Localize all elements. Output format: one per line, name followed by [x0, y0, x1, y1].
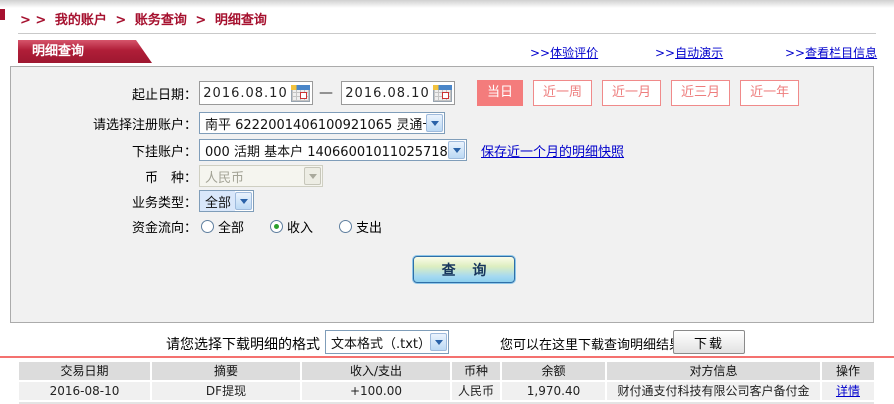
- range-button-last-week[interactable]: 近一周: [533, 80, 592, 106]
- table-header-row: 交易日期 摘要 收入/支出 币种 余额 对方信息 操作: [19, 362, 874, 380]
- header-currency: 币种: [452, 362, 500, 380]
- chevron-down-icon[interactable]: [235, 192, 252, 210]
- date-to-input[interactable]: 2016.08.10: [341, 81, 455, 105]
- calendar-icon[interactable]: [433, 85, 452, 102]
- breadcrumb-item-account-query[interactable]: 账务查询: [135, 13, 187, 28]
- date-range-label: 起止日期：: [11, 84, 197, 103]
- biz-type-label: 业务类型：: [11, 192, 197, 211]
- link-label: 体验评价: [550, 46, 598, 60]
- sub-account-label: 下挂账户：: [11, 141, 197, 160]
- link-view-column-info[interactable]: >>查看栏目信息: [785, 44, 877, 61]
- download-format-label: 请您选择下载明细的格式: [110, 334, 320, 354]
- registered-account-row: 请选择注册账户： 南平 6222001406100921065 灵通卡: [11, 112, 445, 134]
- radio-all-label: 全部: [218, 217, 244, 236]
- biz-type-select[interactable]: 全部: [199, 190, 254, 212]
- radio-income[interactable]: 收入: [270, 217, 313, 236]
- query-button[interactable]: 查 询: [413, 256, 515, 283]
- save-snapshot-link[interactable]: 保存近一个月的明细快照: [481, 141, 624, 160]
- registered-account-label: 请选择注册账户：: [11, 114, 197, 133]
- date-separator: —: [319, 85, 333, 101]
- breadcrumb-marker: [0, 9, 5, 20]
- radio-icon[interactable]: [201, 220, 214, 233]
- chevron-down-icon: [304, 167, 321, 185]
- sub-account-row: 下挂账户： 000 活期 基本户 1406600101102571848 保存近…: [11, 139, 624, 161]
- fund-flow-radio-group: 全部 收入 支出: [201, 217, 408, 236]
- breadcrumb-separator: >: [115, 13, 126, 28]
- link-prefix: >>: [530, 46, 550, 60]
- page-title-tab: 明细查询: [18, 40, 152, 63]
- sub-account-value: 000 活期 基本户 1406600101102571848: [200, 141, 448, 160]
- range-button-last-3-months[interactable]: 近三月: [671, 80, 730, 106]
- link-prefix: >>: [785, 46, 805, 60]
- calendar-icon[interactable]: [291, 85, 310, 102]
- results-table: 交易日期 摘要 收入/支出 币种 余额 对方信息 操作 2016-08-10 D…: [19, 362, 874, 402]
- radio-all[interactable]: 全部: [201, 217, 244, 236]
- header-counterparty: 对方信息: [607, 362, 820, 380]
- breadcrumb-item-my-account[interactable]: 我的账户: [55, 13, 107, 28]
- radio-expense-label: 支出: [356, 217, 382, 236]
- header-action: 操作: [822, 362, 874, 380]
- link-label: 查看栏目信息: [805, 46, 877, 60]
- radio-income-label: 收入: [287, 217, 313, 236]
- download-format-value: 文本格式（.txt）: [326, 333, 430, 352]
- table-row: 2016-08-10 DF提现 +100.00 人民币 1,970.40 财付通…: [19, 382, 874, 400]
- biz-type-value: 全部: [200, 191, 235, 211]
- link-experience-rating[interactable]: >>体验评价: [530, 44, 598, 61]
- link-auto-demo[interactable]: >>自动演示: [655, 44, 723, 61]
- download-button[interactable]: 下载: [673, 330, 745, 354]
- breadcrumb-item-detail-query[interactable]: 明细查询: [215, 13, 267, 28]
- range-button-last-month[interactable]: 近一月: [602, 80, 661, 106]
- header-balance: 余额: [502, 362, 605, 380]
- chevron-down-icon[interactable]: [430, 333, 447, 351]
- date-from-value: 2016.08.10: [200, 86, 291, 101]
- registered-account-value: 南平 6222001406100921065 灵通卡: [200, 114, 426, 133]
- chevron-down-icon[interactable]: [448, 141, 465, 159]
- breadcrumb-divider: [18, 33, 876, 34]
- currency-row: 币 种： 人民币: [11, 165, 323, 187]
- cell-action: 详情: [822, 382, 874, 400]
- chevron-down-icon[interactable]: [426, 114, 443, 132]
- cell-date: 2016-08-10: [19, 382, 150, 400]
- date-to-value: 2016.08.10: [342, 86, 433, 101]
- currency-value: 人民币: [200, 167, 304, 186]
- fund-flow-row: 资金流向： 全部 收入 支出: [11, 217, 408, 236]
- breadcrumb-prefix: > >: [20, 13, 46, 28]
- header-amount: 收入/支出: [302, 362, 450, 380]
- range-button-today[interactable]: 当日: [477, 80, 523, 106]
- radio-expense[interactable]: 支出: [339, 217, 382, 236]
- cell-counterparty: 财付通支付科技有限公司客户备付金: [607, 382, 820, 400]
- header-date: 交易日期: [19, 362, 150, 380]
- cell-summary: DF提现: [152, 382, 300, 400]
- range-button-last-year[interactable]: 近一年: [740, 80, 799, 106]
- cell-balance: 1,970.40: [502, 382, 605, 400]
- link-label: 自动演示: [675, 46, 723, 60]
- cell-currency: 人民币: [452, 382, 500, 400]
- detail-query-page: > > 我的账户 > 账务查询 > 明细查询 明细查询 >>体验评价 >>自动演…: [0, 0, 894, 404]
- fund-flow-label: 资金流向：: [11, 217, 197, 236]
- breadcrumb: > > 我的账户 > 账务查询 > 明细查询: [20, 9, 271, 28]
- download-result-label: 您可以在这里下载查询明细结果: [500, 334, 682, 353]
- detail-link[interactable]: 详情: [836, 384, 860, 398]
- query-form-panel: 起止日期： 2016.08.10 — 2016.08.10 当日 近一周 近一月…: [10, 66, 874, 323]
- date-from-input[interactable]: 2016.08.10: [199, 81, 313, 105]
- top-gradient-strip: [0, 0, 894, 8]
- header-summary: 摘要: [152, 362, 300, 380]
- breadcrumb-separator: >: [195, 13, 206, 28]
- currency-label: 币 种：: [11, 167, 197, 186]
- sub-account-select[interactable]: 000 活期 基本户 1406600101102571848: [199, 139, 467, 161]
- biz-type-row: 业务类型： 全部: [11, 190, 254, 212]
- cell-amount: +100.00: [302, 382, 450, 400]
- link-prefix: >>: [655, 46, 675, 60]
- currency-select: 人民币: [199, 165, 323, 187]
- radio-checked-icon[interactable]: [270, 220, 283, 233]
- download-format-select[interactable]: 文本格式（.txt）: [325, 330, 449, 354]
- date-range-row: 起止日期： 2016.08.10 — 2016.08.10 当日 近一周 近一月…: [11, 80, 799, 106]
- registered-account-select[interactable]: 南平 6222001406100921065 灵通卡: [199, 112, 445, 134]
- radio-icon[interactable]: [339, 220, 352, 233]
- table-top-divider: [0, 356, 894, 358]
